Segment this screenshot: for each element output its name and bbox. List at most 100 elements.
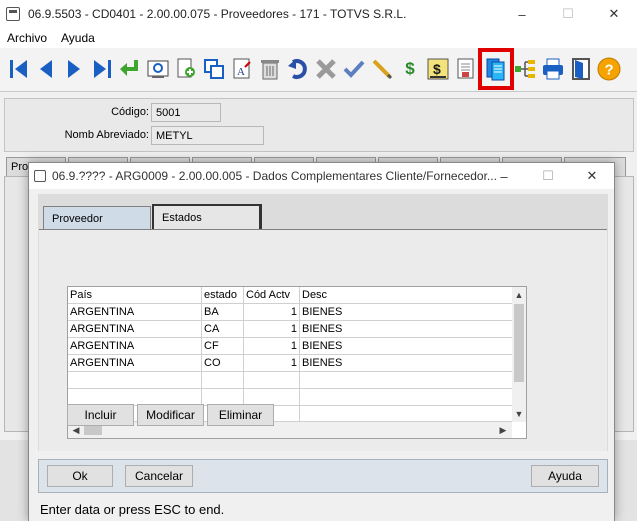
dialog-title: 06.9.???? - ARG0009 - 2.00.00.005 - Dado… <box>52 169 497 183</box>
minimize-button[interactable]: – <box>499 0 545 28</box>
app-icon <box>6 7 20 21</box>
grid-header: País estado Cód Actv Desc <box>68 287 512 304</box>
empty-cell <box>244 372 300 389</box>
nomb-abreviado-label: Nomb Abreviado: <box>64 129 149 141</box>
ayuda-button[interactable]: Ayuda <box>531 465 599 487</box>
column-header-pais[interactable]: País <box>68 287 202 304</box>
delete-icon[interactable] <box>257 56 283 82</box>
empty-cell <box>300 389 512 406</box>
currency-icon[interactable]: $ <box>397 56 423 82</box>
estados-grid[interactable]: País estado Cód Actv Desc ARGENTINA BA 1… <box>67 286 527 439</box>
print-icon[interactable] <box>540 56 566 82</box>
cell-estado: CO <box>202 355 244 372</box>
pencil-icon[interactable] <box>369 56 395 82</box>
header-form: Código: 5001 Nomb Abreviado: METYL <box>4 98 634 152</box>
table-row[interactable]: ARGENTINA BA 1 BIENES <box>68 304 512 321</box>
last-record-icon[interactable] <box>89 56 115 82</box>
table-row[interactable]: ARGENTINA CF 1 BIENES <box>68 338 512 355</box>
currency-doc-icon[interactable]: $ <box>425 56 451 82</box>
cell-desc: BIENES <box>300 355 512 372</box>
highlight-box <box>478 48 514 90</box>
scroll-up-icon[interactable]: ▲ <box>512 288 526 302</box>
search-icon[interactable] <box>145 56 171 82</box>
close-button[interactable]: ✕ <box>591 0 637 28</box>
dialog-title-bar: 06.9.???? - ARG0009 - 2.00.00.005 - Dado… <box>29 163 614 189</box>
eliminar-button[interactable]: Eliminar <box>207 404 274 426</box>
cancel-icon[interactable] <box>313 56 339 82</box>
incluir-button[interactable]: Incluir <box>67 404 134 426</box>
next-record-icon[interactable] <box>61 56 87 82</box>
empty-row[interactable] <box>68 406 512 422</box>
cell-cod-actv: 1 <box>244 355 300 372</box>
tree-icon[interactable] <box>512 56 538 82</box>
cell-pais: ARGENTINA <box>68 321 202 338</box>
table-row[interactable]: ARGENTINA CA 1 BIENES <box>68 321 512 338</box>
previous-record-icon[interactable] <box>33 56 59 82</box>
cell-cod-actv: 1 <box>244 304 300 321</box>
horizontal-scrollbar[interactable]: ◀ ▶ <box>68 422 512 438</box>
vertical-scroll-thumb[interactable] <box>514 304 524 382</box>
table-row[interactable]: ARGENTINA CO 1 BIENES <box>68 355 512 372</box>
help-glyph: ? <box>605 62 614 79</box>
menu-ayuda[interactable]: Ayuda <box>54 31 102 45</box>
cell-cod-actv: 1 <box>244 338 300 355</box>
estados-tab-panel: País estado Cód Actv Desc ARGENTINA BA 1… <box>39 229 607 451</box>
maximize-button[interactable]: ☐ <box>545 0 591 28</box>
add-icon[interactable] <box>173 56 199 82</box>
empty-cell <box>300 406 512 422</box>
cancelar-button[interactable]: Cancelar <box>125 465 193 487</box>
help-icon[interactable]: ? <box>596 56 622 82</box>
cell-desc: BIENES <box>300 304 512 321</box>
cell-estado: CA <box>202 321 244 338</box>
cell-cod-actv: 1 <box>244 321 300 338</box>
exit-icon[interactable] <box>568 56 594 82</box>
ok-button[interactable]: Ok <box>47 465 113 487</box>
vertical-scrollbar[interactable]: ▲ ▼ <box>512 287 526 422</box>
cell-desc: BIENES <box>300 338 512 355</box>
dialog-close-button[interactable]: ✕ <box>570 163 614 189</box>
dialog-tab-area: Proveedor Estados País estado Cód Actv D… <box>38 194 608 451</box>
svg-text:A: A <box>237 66 245 78</box>
cell-pais: ARGENTINA <box>68 355 202 372</box>
svg-text:$: $ <box>433 61 441 77</box>
dialog-minimize-button[interactable]: – <box>482 163 526 189</box>
tab-estados[interactable]: Estados <box>152 204 262 230</box>
cell-estado: BA <box>202 304 244 321</box>
codigo-label: Código: <box>111 106 149 118</box>
cell-desc: BIENES <box>300 321 512 338</box>
edit-text-icon[interactable]: A <box>229 56 255 82</box>
empty-row[interactable] <box>68 389 512 406</box>
scroll-right-icon[interactable]: ▶ <box>496 423 510 437</box>
confirm-icon[interactable] <box>341 56 367 82</box>
report-doc-icon[interactable] <box>453 56 479 82</box>
codigo-field[interactable]: 5001 <box>151 103 221 122</box>
cell-pais: ARGENTINA <box>68 304 202 321</box>
modificar-button[interactable]: Modificar <box>137 404 204 426</box>
complementary-data-dialog: 06.9.???? - ARG0009 - 2.00.00.005 - Dado… <box>28 162 615 521</box>
first-record-icon[interactable] <box>6 56 32 82</box>
undo-icon[interactable] <box>285 56 311 82</box>
scroll-down-icon[interactable]: ▼ <box>512 407 526 421</box>
dialog-window-controls: – ☐ ✕ <box>482 163 614 189</box>
main-title-bar: 06.9.5503 - CD0401 - 2.00.00.075 - Prove… <box>0 0 637 28</box>
column-header-estado[interactable]: estado <box>202 287 244 304</box>
dialog-maximize-button[interactable]: ☐ <box>526 163 570 189</box>
column-header-desc[interactable]: Desc <box>300 287 512 304</box>
dialog-app-icon <box>34 170 46 182</box>
nomb-abreviado-field[interactable]: METYL <box>151 126 264 145</box>
column-header-cod-actv[interactable]: Cód Actv <box>244 287 300 304</box>
copy-icon[interactable] <box>201 56 227 82</box>
empty-row[interactable] <box>68 372 512 389</box>
toolbar: A $ $ ? <box>0 48 637 92</box>
empty-cell <box>68 372 202 389</box>
menu-bar: Archivo Ayuda <box>0 28 637 48</box>
empty-cell <box>300 372 512 389</box>
goto-icon[interactable] <box>117 56 143 82</box>
menu-archivo[interactable]: Archivo <box>0 31 54 45</box>
tab-proveedor[interactable]: Proveedor <box>43 206 151 230</box>
cell-pais: ARGENTINA <box>68 338 202 355</box>
empty-cell <box>202 372 244 389</box>
status-bar: Enter data or press ESC to end. <box>29 497 614 521</box>
main-window-title: 06.9.5503 - CD0401 - 2.00.00.075 - Prove… <box>28 7 407 21</box>
horizontal-scroll-thumb[interactable] <box>84 425 102 435</box>
